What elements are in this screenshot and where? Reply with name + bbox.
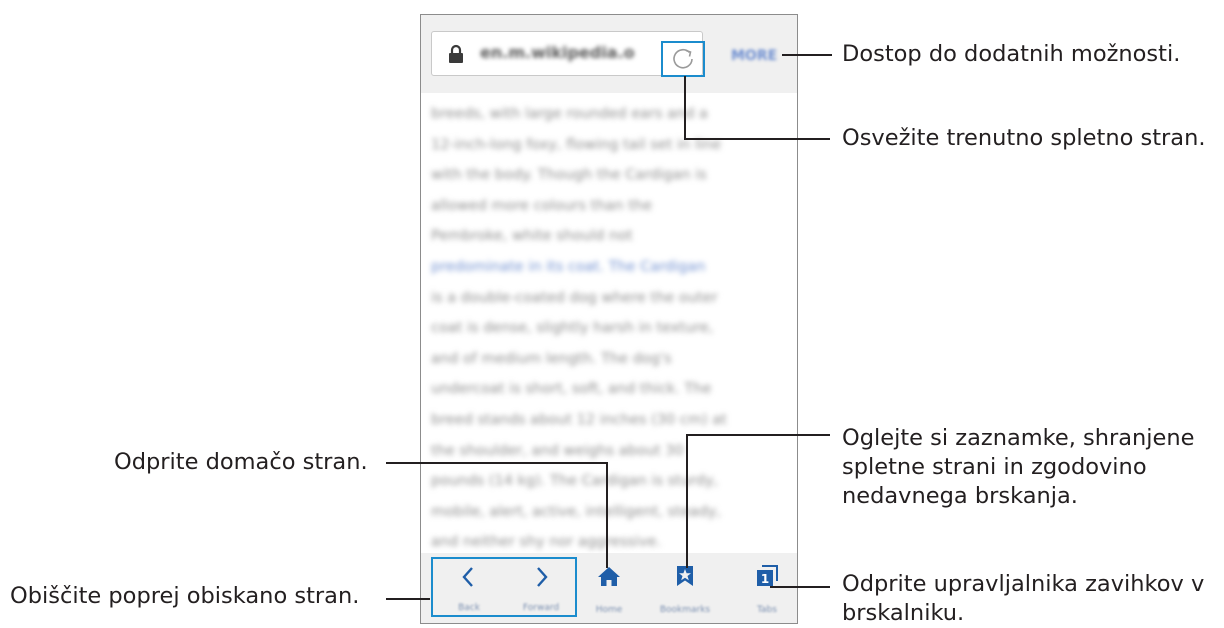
callout-bookmarks-line: spletne strani in zgodovino (842, 454, 1147, 480)
forward-label: Forward (522, 603, 560, 613)
callout-tabs-line: brskalniku. (842, 600, 965, 626)
back-forward-group: Back Forward (431, 557, 577, 617)
article-content: breeds, with large rounded ears and a 12… (431, 99, 771, 558)
article-line: with the body. Though the Cardigan is (431, 167, 707, 184)
reload-icon (673, 48, 693, 69)
tabs-icon: 1 (757, 565, 778, 586)
article-line: pounds (14 kg). The Cardigan is sturdy, (431, 473, 719, 490)
callout-line-reload-vertical (684, 76, 686, 140)
article-line: breed stands about 12 inches (30 cm) at (431, 411, 727, 428)
article-line: 12-inch-long foxy, flowing tail set in l… (431, 136, 722, 153)
bookmarks-label: Bookmarks (659, 605, 711, 615)
url-text: en.m.wikipedia.o (480, 43, 635, 62)
callout-back: Obiščite poprej obiskano stran. (10, 583, 360, 609)
callout-line-more (782, 54, 832, 56)
callout-tabs-line: Odprite upravljalnika zavihkov v (842, 571, 1205, 597)
lock-icon (449, 44, 463, 63)
article-line: allowed more colours than the (431, 197, 652, 214)
callout-bookmarks-line: nedavnega brskanja. (842, 483, 1078, 509)
more-button[interactable]: MORE (731, 48, 777, 64)
chevron-left-icon (462, 567, 473, 587)
callout-more: Dostop do dodatnih možnosti. (842, 41, 1181, 67)
home-icon (598, 567, 620, 586)
article-line: coat is dense, slightly harsh in texture… (431, 320, 714, 337)
back-button[interactable]: Back (437, 559, 501, 617)
tabs-label: Tabs (757, 605, 777, 615)
callout-line-tabs (770, 586, 830, 588)
bookmarks-button[interactable]: Bookmarks (653, 557, 717, 617)
article-line: and of medium length. The dog's (431, 350, 672, 367)
home-button[interactable]: Home (577, 557, 641, 617)
callout-line-bookmarks-vertical (686, 434, 688, 568)
browser-screen: en.m.wikipedia.o MORE breeds, with large… (420, 14, 798, 624)
article-line: undercoat is short, soft, and thick. The (431, 381, 712, 398)
callout-line-home (386, 462, 608, 464)
callout-bookmarks-line: Oglejte si zaznamke, shranjene (842, 425, 1195, 451)
article-line: breeds, with large rounded ears and a (431, 106, 708, 122)
reload-button[interactable] (661, 41, 705, 77)
article-line: predominate in its coat. The Cardigan (431, 258, 706, 275)
callout-line-home-vertical (606, 462, 608, 568)
forward-button[interactable]: Forward (509, 559, 573, 617)
address-bar-area: en.m.wikipedia.o MORE (421, 15, 797, 93)
callout-line-bookmarks (686, 434, 830, 436)
chevron-right-icon (537, 567, 548, 587)
bottom-toolbar: Back Forward Home Bookmarks 1 Tabs (421, 553, 797, 623)
callout-home: Odprite domačo stran. (114, 449, 368, 475)
callout-reload: Osvežite trenutno spletno stran. (842, 125, 1206, 151)
back-label: Back (458, 603, 480, 613)
callout-tabs: Odprite upravljalnika zavihkov v brskaln… (842, 570, 1204, 628)
callout-line-back (386, 598, 430, 600)
tabs-count: 1 (761, 572, 769, 586)
home-label: Home (595, 605, 623, 615)
article-line: Pembroke, white should not (431, 228, 633, 245)
callout-bookmarks: Oglejte si zaznamke, shranjene spletne s… (842, 424, 1195, 511)
callout-line-reload (684, 138, 830, 140)
article-line: mobile, alert, active, intelligent, stea… (431, 503, 721, 520)
bookmark-star-icon (677, 566, 693, 586)
article-line: is a double-coated dog where the outer (431, 289, 718, 306)
